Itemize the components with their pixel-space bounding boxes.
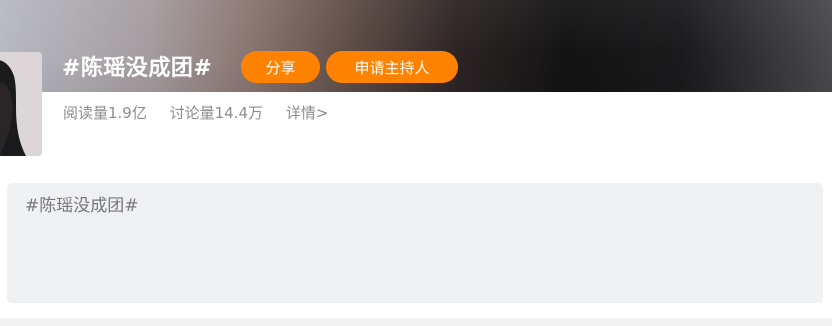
- topic-title: #陈瑶没成团#: [62, 56, 213, 81]
- composer-prefill-text[interactable]: #陈瑶没成团#: [25, 194, 139, 218]
- topic-page: #陈瑶没成团# 分享 申请主持人 阅读量1.9亿 讨论量14.4万 详情> #陈…: [0, 0, 832, 326]
- discussion-count: 讨论量14.4万: [169, 104, 264, 122]
- avatar-image: [0, 52, 42, 156]
- share-button[interactable]: 分享: [241, 51, 320, 83]
- apply-host-button[interactable]: 申请主持人: [326, 51, 458, 83]
- read-count: 阅读量1.9亿: [63, 104, 147, 122]
- topic-stats: 阅读量1.9亿 讨论量14.4万 详情>: [63, 101, 346, 125]
- post-composer[interactable]: #陈瑶没成团#: [7, 183, 823, 303]
- section-divider: [0, 318, 832, 326]
- topic-avatar[interactable]: [0, 52, 42, 156]
- details-link[interactable]: 详情>: [286, 104, 329, 122]
